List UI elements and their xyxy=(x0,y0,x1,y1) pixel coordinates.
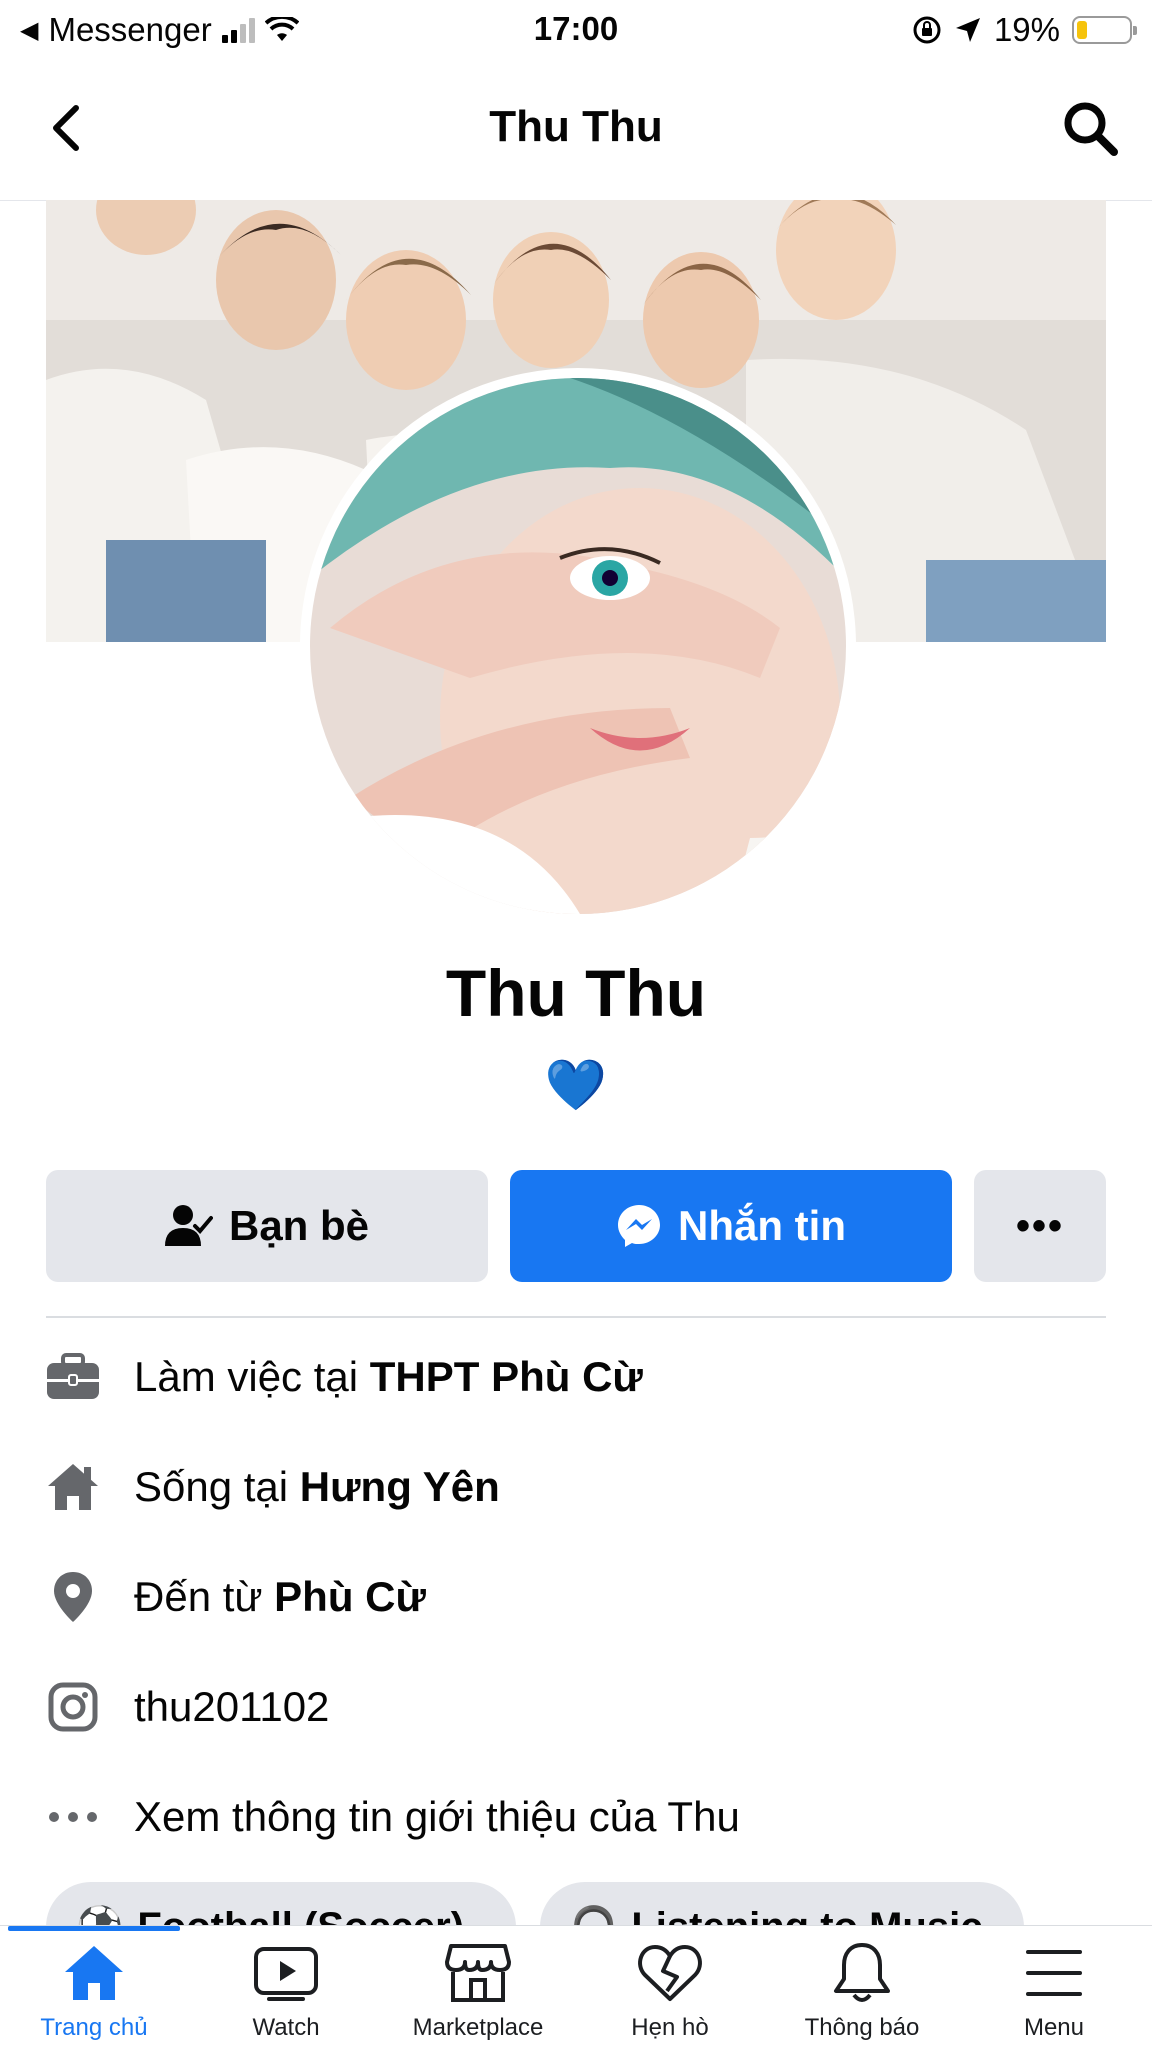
tab-notifications[interactable]: Thông báo xyxy=(766,1938,958,2046)
intro-from: Đến từ Phù Cừ xyxy=(46,1552,426,1642)
tab-marketplace-label: Marketplace xyxy=(412,2014,544,2041)
battery-percent: 19% xyxy=(993,11,1060,48)
tab-watch-label: Watch xyxy=(252,2014,320,2041)
video-play-icon xyxy=(248,1938,324,2008)
section-divider xyxy=(46,1316,1106,1318)
profile-name: Thu Thu xyxy=(445,956,707,1030)
tab-menu-label: Menu xyxy=(1023,2014,1085,2041)
tab-dating-label: Hẹn hò xyxy=(631,2014,709,2041)
search-icon[interactable] xyxy=(1058,96,1122,160)
avatar-image xyxy=(310,378,846,914)
bottom-tab-bar: Trang chủ Watch Marketplace Hẹn hò Thông… xyxy=(0,1925,1152,2049)
tab-menu[interactable]: Menu xyxy=(958,1938,1150,2046)
messenger-icon xyxy=(618,1205,660,1247)
friends-button[interactable]: Bạn bè xyxy=(46,1170,488,1282)
profile-bio: 💙 xyxy=(544,1057,608,1113)
message-button[interactable]: Nhắn tin xyxy=(510,1170,952,1282)
heart-icon xyxy=(632,1938,708,2008)
briefcase-icon xyxy=(46,1350,100,1404)
store-icon xyxy=(440,1938,516,2008)
page-title: Thu Thu xyxy=(489,102,663,151)
intro-instagram[interactable]: thu201102 xyxy=(46,1662,329,1752)
tab-home-label: Trang chủ xyxy=(40,2014,148,2041)
intro-work: Làm việc tại THPT Phù Cừ xyxy=(46,1332,643,1422)
location-pin-icon xyxy=(46,1570,100,1624)
tab-watch[interactable]: Watch xyxy=(190,1938,382,2046)
friends-button-label: Bạn bè xyxy=(228,1202,370,1249)
bell-icon xyxy=(824,1938,900,2008)
location-arrow-icon xyxy=(955,18,980,42)
status-right: 19% xyxy=(912,10,1137,50)
tab-home[interactable]: Trang chủ xyxy=(0,1938,190,2046)
instagram-icon xyxy=(46,1680,100,1734)
active-tab-indicator xyxy=(8,1926,180,1931)
see-about-info[interactable]: Xem thông tin giới thiệu của Thu xyxy=(46,1772,740,1862)
message-button-label: Nhắn tin xyxy=(678,1202,846,1249)
intro-lives: Sống tại Hưng Yên xyxy=(46,1442,500,1532)
tab-notifications-label: Thông báo xyxy=(804,2014,920,2041)
home-icon xyxy=(46,1460,100,1514)
avatar[interactable] xyxy=(310,378,846,914)
intro-lives-text: Sống tại Hưng Yên xyxy=(134,1463,500,1510)
intro-from-text: Đến từ Phù Cừ xyxy=(134,1573,426,1620)
friend-check-icon xyxy=(164,1205,213,1246)
more-dots-icon xyxy=(46,1790,100,1844)
tab-dating[interactable]: Hẹn hò xyxy=(574,1938,766,2046)
more-dots-icon: ••• xyxy=(1015,1203,1064,1248)
tab-marketplace[interactable]: Marketplace xyxy=(382,1938,574,2046)
battery-icon xyxy=(1072,16,1137,44)
hamburger-icon xyxy=(1016,1938,1092,2008)
home-icon xyxy=(56,1938,132,2008)
battery-fill xyxy=(1077,21,1087,39)
more-options-button[interactable]: ••• xyxy=(974,1170,1106,1282)
intro-work-text: Làm việc tại THPT Phù Cừ xyxy=(134,1353,643,1400)
see-about-info-text: Xem thông tin giới thiệu của Thu xyxy=(134,1793,740,1840)
status-bar: ◀ Messenger 17:00 19% xyxy=(0,0,1152,60)
intro-instagram-text: thu201102 xyxy=(134,1683,330,1730)
orientation-lock-icon xyxy=(913,16,941,44)
top-nav: Thu Thu xyxy=(0,60,1152,201)
